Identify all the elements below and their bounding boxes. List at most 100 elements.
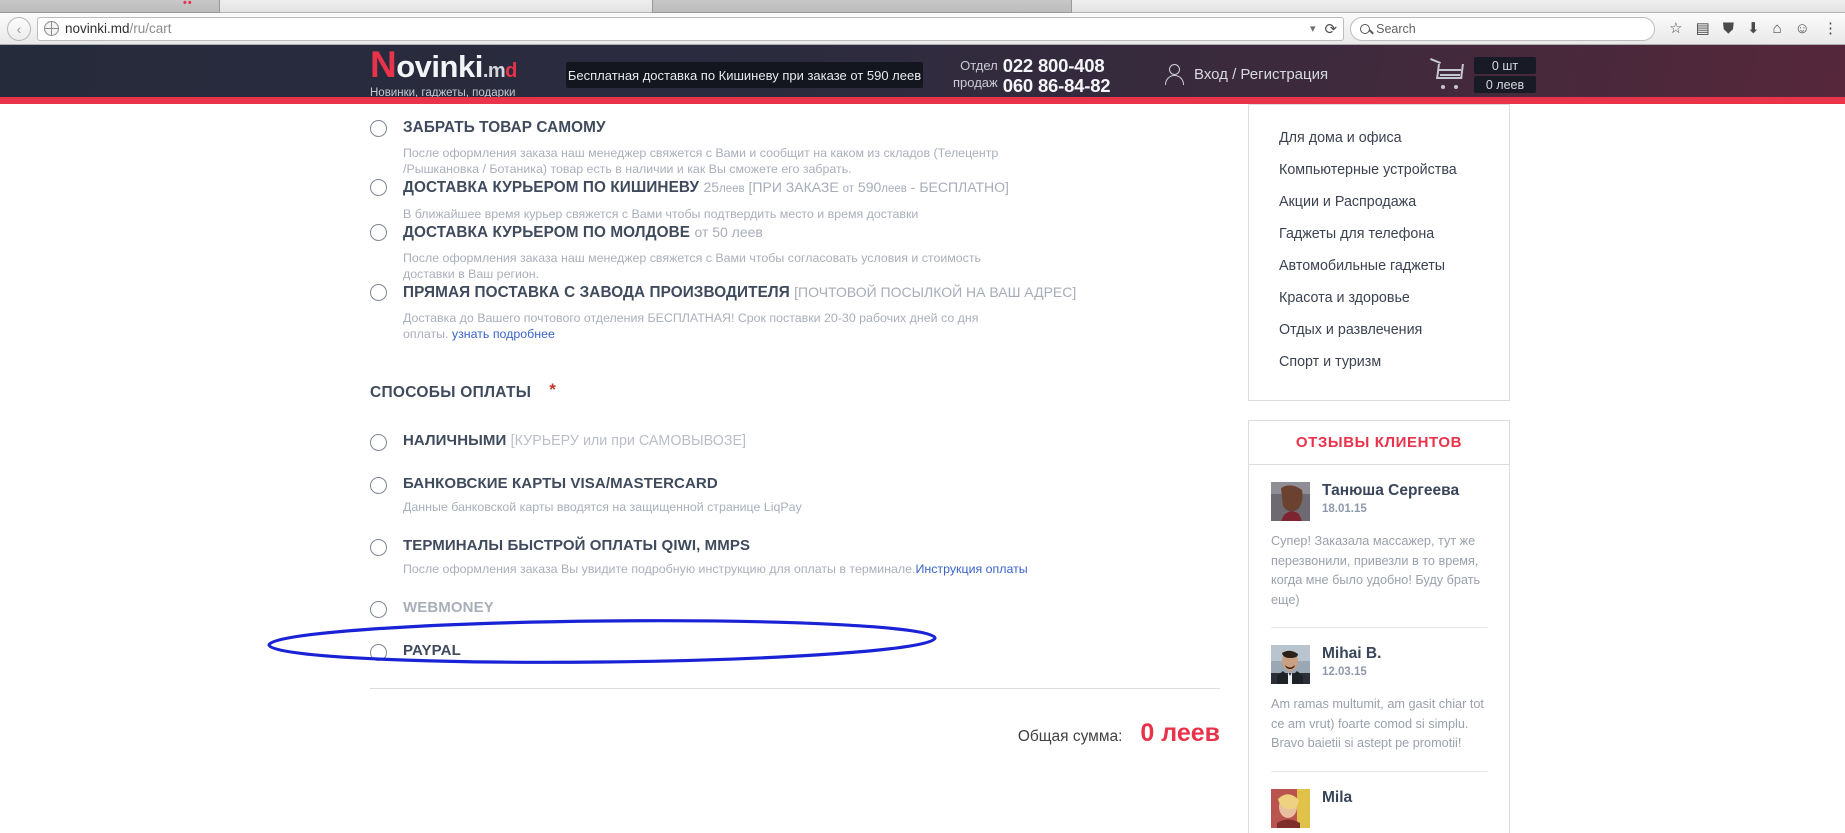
sidebar-item-car-gadgets[interactable]: Автомобильные гаджеты	[1249, 250, 1509, 282]
delivery-option-courier-moldova[interactable]: ДОСТАВКА КУРЬЕРОМ ПО МОЛДОВЕ от 50 леев …	[370, 222, 1220, 282]
order-total-value: 0 леев	[1140, 719, 1220, 747]
radio-button[interactable]	[370, 224, 387, 241]
free-shipping-promo-banner: Бесплатная доставка по Кишиневу при зака…	[566, 62, 923, 88]
site-logo[interactable]: Novinki.md Новинки, гаджеты, подарки	[370, 45, 517, 99]
home-icon[interactable]: ⌂	[1773, 21, 1782, 36]
back-arrow-icon: ‹	[16, 20, 22, 37]
checkout-main-column: ЗАБРАТЬ ТОВАР САМОМУ После оформления за…	[370, 104, 1220, 748]
sidebar-item-sport-tourism[interactable]: Спорт и туризм	[1249, 346, 1509, 378]
payment-instruction-link[interactable]: Инструкция оплаты	[915, 562, 1027, 576]
smiley-icon[interactable]: ☺	[1795, 21, 1810, 36]
login-register-label: Вход / Регистрация	[1194, 66, 1329, 83]
order-total-label: Общая сумма:	[1017, 728, 1123, 745]
browser-chrome: •• ‹ novinki.md/ru/cart ▾ ⟳ Search ☆ ▤ ⛊…	[0, 0, 1845, 45]
payment-option-note: [КУРЬЕРУ или при САМОВЫВОЗЕ]	[510, 433, 746, 449]
delivery-option-courier-chisinau[interactable]: ДОСТАВКА КУРЬЕРОМ ПО КИШИНЕВУ 25леев [ПР…	[370, 177, 1220, 222]
payment-section-heading: СПОСОБЫ ОПЛАТЫ *	[370, 381, 1220, 402]
phone-numbers: 022 800-408 060 86-84-82	[1003, 57, 1111, 96]
sidebar-item-home-office[interactable]: Для дома и офиса	[1249, 122, 1509, 154]
user-icon	[1165, 64, 1185, 85]
promo-text: Бесплатная доставка по Кишиневу при зака…	[567, 67, 922, 83]
payment-option-bank-cards[interactable]: БАНКОВСКИЕ КАРТЫ VISA/MASTERCARD Данные …	[370, 475, 1220, 515]
delivery-price-note: от 50 леев	[694, 224, 763, 240]
payment-option-cash[interactable]: НАЛИЧНЫМИ [КУРЬЕРУ или при САМОВЫВОЗЕ]	[370, 432, 1220, 451]
payment-option-qiwi-terminals[interactable]: ТЕРМИНАЛЫ БЫСТРОЙ ОПЛАТЫ QIWI, MMPS Посл…	[370, 537, 1220, 577]
sales-phones: Отдел продаж 022 800-408 060 86-84-82	[953, 57, 1111, 96]
browser-toolbar-icons: ☆ ▤ ⛊ ⬇ ⌂ ☺ ⋮	[1661, 21, 1838, 36]
star-icon[interactable]: ☆	[1669, 21, 1682, 36]
download-icon[interactable]: ⬇	[1747, 21, 1760, 36]
right-sidebar: Для дома и офиса Компьютерные устройства…	[1248, 104, 1510, 833]
sidebar-item-sales-promos[interactable]: Акции и Распродажа	[1249, 186, 1509, 218]
sales-dept-label: Отдел продаж	[953, 58, 998, 90]
menu-icon[interactable]: ⋮	[1823, 21, 1838, 36]
logo-tagline: Новинки, гаджеты, подарки	[370, 87, 516, 99]
payment-option-title: БАНКОВСКИЕ КАРТЫ VISA/MASTERCARD	[403, 475, 718, 492]
delivery-option-title: ДОСТАВКА КУРЬЕРОМ ПО КИШИНЕВУ 25леев [ПР…	[403, 179, 1009, 196]
favicon-dots: ••	[183, 0, 193, 9]
delivery-option-description: В ближайшее время курьер свяжется с Вами…	[403, 207, 919, 221]
section-divider	[370, 688, 1220, 689]
search-bar[interactable]: Search	[1350, 16, 1656, 41]
payment-option-title: НАЛИЧНЫМИ [КУРЬЕРУ или при САМОВЫВОЗЕ]	[403, 432, 746, 449]
radio-button[interactable]	[370, 477, 387, 494]
radio-button[interactable]	[370, 539, 387, 556]
delivery-option-description: Доставка до Вашего почтового отделения Б…	[403, 311, 979, 341]
logo-wordmark: Novinki.md	[370, 45, 517, 85]
radio-button[interactable]	[370, 644, 387, 661]
url-text: novinki.md/ru/cart	[65, 21, 172, 36]
review-item: Танюша Сергеева 18.01.15 Супер! Заказала…	[1271, 465, 1487, 610]
reviews-panel-title: ОТЗЫВЫ КЛИЕНТОВ	[1249, 421, 1509, 465]
delivery-price-note: 25леев [ПРИ ЗАКАЗЕ от 590леев - БЕСПЛАТН…	[703, 179, 1009, 195]
cart-widget[interactable]: 0 шт 0 леев	[1430, 57, 1536, 93]
sidebar-item-leisure[interactable]: Отдых и развлечения	[1249, 314, 1509, 346]
search-icon	[1360, 23, 1371, 34]
chevron-down-icon[interactable]: ▾	[1310, 22, 1316, 35]
category-list-panel: Для дома и офиса Компьютерные устройства…	[1248, 104, 1510, 401]
shield-icon[interactable]: ⛊	[1723, 21, 1734, 36]
sidebar-item-beauty-health[interactable]: Красота и здоровье	[1249, 282, 1509, 314]
back-button[interactable]: ‹	[7, 16, 31, 41]
customer-reviews-panel: ОТЗЫВЫ КЛИЕНТОВ Танюша Сергеева 18.01.15…	[1248, 420, 1510, 833]
phone-primary[interactable]: 022 800-408	[1003, 57, 1111, 75]
cart-page: ЗАБРАТЬ ТОВАР САМОМУ После оформления за…	[0, 104, 1845, 833]
delivery-methods-list: ЗАБРАТЬ ТОВАР САМОМУ После оформления за…	[370, 104, 1220, 342]
delivery-option-factory-direct[interactable]: ПРЯМАЯ ПОСТАВКА С ЗАВОДА ПРОИЗВОДИТЕЛЯ […	[370, 282, 1220, 342]
delivery-option-pickup[interactable]: ЗАБРАТЬ ТОВАР САМОМУ После оформления за…	[370, 118, 1220, 177]
search-input[interactable]: Search	[1376, 22, 1416, 36]
delivery-option-description: После оформления заказа наш менеджер свя…	[403, 251, 982, 281]
address-bar[interactable]: novinki.md/ru/cart ▾ ⟳	[37, 16, 1345, 41]
radio-button[interactable]	[370, 434, 387, 451]
radio-button[interactable]	[370, 601, 387, 618]
review-date: 12.03.15	[1322, 666, 1367, 678]
delivery-option-title: ПРЯМАЯ ПОСТАВКА С ЗАВОДА ПРОИЗВОДИТЕЛЯ […	[403, 284, 1077, 301]
payment-option-paypal[interactable]: PAYPAL	[370, 642, 1220, 661]
cart-total-badge: 0 леев	[1474, 76, 1536, 93]
reload-icon[interactable]: ⟳	[1325, 20, 1338, 38]
review-author: Танюша Сергеева	[1322, 482, 1460, 499]
review-author: Mila	[1322, 788, 1353, 806]
payment-heading-label: СПОСОБЫ ОПЛАТЫ	[370, 384, 532, 401]
delivery-option-description: После оформления заказа наш менеджер свя…	[403, 146, 999, 176]
radio-button[interactable]	[370, 179, 387, 196]
login-register-link[interactable]: Вход / Регистрация	[1165, 64, 1328, 85]
payment-option-title: WEBMONEY	[403, 599, 494, 616]
delivery-option-title: ЗАБРАТЬ ТОВАР САМОМУ	[403, 119, 606, 136]
review-date: 18.01.15	[1322, 503, 1367, 515]
review-item: Mila	[1271, 770, 1487, 828]
payment-option-title: ТЕРМИНАЛЫ БЫСТРОЙ ОПЛАТЫ QIWI, MMPS	[403, 537, 751, 554]
payment-option-webmoney[interactable]: WEBMONEY	[370, 599, 1220, 618]
avatar	[1271, 788, 1310, 828]
order-total-row: Общая сумма: 0 леев	[370, 719, 1220, 748]
browser-tab-inactive-right[interactable]	[652, 0, 1072, 13]
sidebar-item-phone-gadgets[interactable]: Гаджеты для телефона	[1249, 218, 1509, 250]
globe-icon	[44, 21, 59, 36]
payment-methods-list: НАЛИЧНЫМИ [КУРЬЕРУ или при САМОВЫВОЗЕ] Б…	[370, 432, 1220, 661]
sidebar-item-computer-devices[interactable]: Компьютерные устройства	[1249, 154, 1509, 186]
review-text: Супер! Заказала массажер, тут же перезво…	[1271, 534, 1481, 607]
radio-button[interactable]	[370, 284, 387, 301]
phone-secondary[interactable]: 060 86-84-82	[1003, 76, 1111, 95]
learn-more-link[interactable]: узнать подробнее	[452, 327, 555, 341]
reader-list-icon[interactable]: ▤	[1696, 21, 1710, 36]
radio-button[interactable]	[370, 120, 387, 137]
